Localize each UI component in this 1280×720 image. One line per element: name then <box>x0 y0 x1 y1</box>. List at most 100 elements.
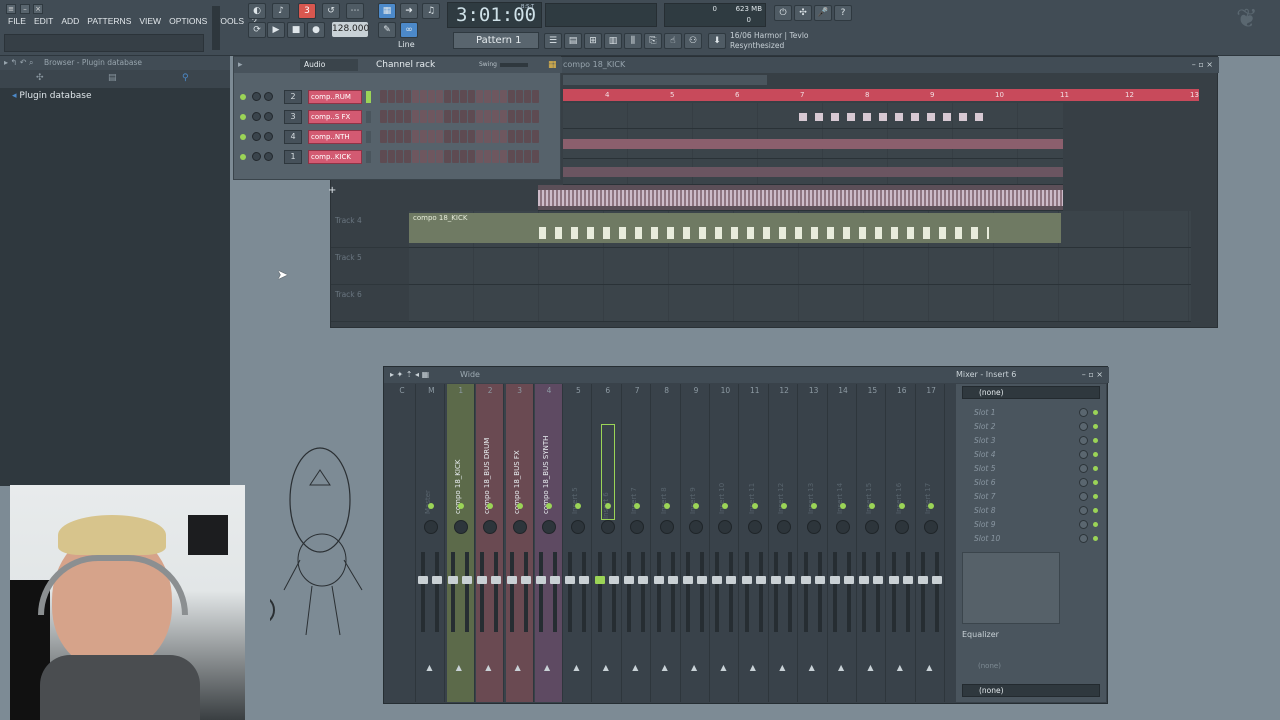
mixer-strip[interactable]: 3 compo 18_BUS FX ▲ <box>505 384 534 702</box>
slot-enable-led[interactable] <box>1093 508 1098 513</box>
strip-pan-knob[interactable] <box>777 520 792 534</box>
wait-icon[interactable]: ➜ <box>400 3 418 19</box>
play-button[interactable]: ▶ <box>267 22 285 38</box>
pattern-song-icon[interactable]: ◐ <box>248 3 266 19</box>
strip-stereo-fader[interactable] <box>638 576 649 584</box>
swing-slider[interactable] <box>500 63 528 67</box>
mixer-strip[interactable]: 17 Insert 17 ▲ <box>917 384 946 702</box>
mixer-strip[interactable]: 15 Insert 15 ▲ <box>858 384 887 702</box>
send-arrow-icon[interactable]: ▲ <box>515 663 521 672</box>
strip-stereo-fader[interactable] <box>550 576 560 584</box>
strip-stereo-fader[interactable] <box>432 576 443 584</box>
slot-mix-knob[interactable] <box>1079 408 1088 417</box>
strip-volume-fader[interactable] <box>683 576 693 584</box>
menu-add[interactable]: ADD <box>57 16 83 26</box>
browser-add-icon[interactable]: ✣ <box>36 73 44 83</box>
strip-pan-knob[interactable] <box>689 520 703 534</box>
rack-menu-icon[interactable]: ▸ <box>238 57 243 73</box>
send-arrow-icon[interactable]: ▲ <box>632 663 638 672</box>
playlist-lane-2[interactable] <box>563 129 1063 159</box>
slot-mix-knob[interactable] <box>1079 450 1088 459</box>
mixer-strip[interactable]: 1 compo 18_KICK ▲ <box>446 384 475 702</box>
slot-enable-led[interactable] <box>1093 522 1098 527</box>
menu-view[interactable]: VIEW <box>135 16 165 26</box>
slot-mix-knob[interactable] <box>1079 506 1088 515</box>
slot-mix-knob[interactable] <box>1079 534 1088 543</box>
slot-mix-knob[interactable] <box>1079 422 1088 431</box>
channel-pan-knob[interactable] <box>252 152 261 161</box>
strip-stereo-fader[interactable] <box>755 576 766 584</box>
menu-file[interactable]: FILE <box>4 16 30 26</box>
channel-button[interactable]: comp..RUM <box>308 90 362 104</box>
mixer-strip[interactable]: 2 compo 18_BUS DRUM ▲ <box>476 384 505 702</box>
stop-button[interactable]: ■ <box>287 22 305 38</box>
slot-enable-led[interactable] <box>1093 424 1098 429</box>
strip-pan-knob[interactable] <box>542 520 556 534</box>
view-browser-icon[interactable]: ⊞ <box>584 33 602 49</box>
channel-volume-knob[interactable] <box>264 112 273 121</box>
view-plugin-picker-icon[interactable]: ⎘ <box>644 33 662 49</box>
slot-enable-led[interactable] <box>1093 438 1098 443</box>
strip-enable-led[interactable] <box>840 503 846 509</box>
slot-enable-led[interactable] <box>1093 494 1098 499</box>
channel-pan-knob[interactable] <box>252 132 261 141</box>
slot-enable-led[interactable] <box>1093 410 1098 415</box>
eq-band-faders[interactable] <box>1064 552 1102 624</box>
mixer-strip[interactable]: 11 Insert 11 ▲ <box>741 384 769 702</box>
channel-mute-led[interactable] <box>240 114 246 120</box>
playlist-lane-1[interactable] <box>563 103 1063 129</box>
strip-enable-led[interactable] <box>546 503 552 509</box>
strip-pan-knob[interactable] <box>924 520 939 534</box>
send-arrow-icon[interactable]: ▲ <box>426 663 432 672</box>
channel-volume-knob[interactable] <box>264 132 273 141</box>
channel-mixer-track[interactable]: 2 <box>284 90 302 104</box>
view-mixer-icon[interactable]: ⫼ <box>624 33 642 49</box>
slot-mix-knob[interactable] <box>1079 492 1088 501</box>
playlist-lane-audio[interactable] <box>538 185 1063 211</box>
rack-filter[interactable]: Audio <box>300 59 358 71</box>
strip-volume-fader[interactable] <box>477 576 488 584</box>
effect-slot[interactable]: Slot 4 <box>964 448 1100 461</box>
step-edit-icon[interactable]: ⋯ <box>346 3 364 19</box>
menu-edit[interactable]: EDIT <box>30 16 57 26</box>
strip-enable-led[interactable] <box>693 503 699 509</box>
strip-volume-fader[interactable] <box>918 576 929 584</box>
strip-enable-led[interactable] <box>751 503 758 509</box>
send-arrow-icon[interactable]: ▲ <box>456 663 462 672</box>
strip-pan-knob[interactable] <box>512 520 527 534</box>
record-mode-icon[interactable]: 3 <box>298 3 316 19</box>
help-icon[interactable]: ? <box>834 5 852 21</box>
track-header-5[interactable]: Track 5 <box>331 248 409 285</box>
strip-pan-knob[interactable] <box>630 520 645 534</box>
close-icon[interactable]: × <box>33 4 43 14</box>
send-arrow-icon[interactable]: ▲ <box>691 663 697 672</box>
playlist-lane-3[interactable] <box>563 159 1063 185</box>
view-channel-rack-icon[interactable]: ▥ <box>604 33 622 49</box>
send-arrow-icon[interactable]: ▲ <box>809 663 815 672</box>
strip-stereo-fader[interactable] <box>608 576 619 584</box>
channel-mute-led[interactable] <box>240 94 246 100</box>
strip-enable-led[interactable] <box>663 503 670 509</box>
tuning-icon[interactable]: ✣ <box>794 5 812 21</box>
browser-files-icon[interactable]: ▤ <box>108 73 117 83</box>
strip-pan-knob[interactable] <box>806 520 821 534</box>
browser-nav-icons[interactable]: ▸ ↰ ↶ ⌕ <box>4 58 34 68</box>
view-touch-icon[interactable]: ☝ <box>664 33 682 49</box>
mixer-strip[interactable]: 5 Insert 5 ▲ <box>564 384 593 702</box>
minimize-icon[interactable]: – <box>20 4 30 14</box>
slot-mix-knob[interactable] <box>1079 520 1088 529</box>
strip-enable-led[interactable] <box>457 503 464 509</box>
effect-slot[interactable]: Slot 5 <box>964 462 1100 475</box>
effect-slot[interactable]: Slot 7 <box>964 490 1100 503</box>
strip-stereo-fader[interactable] <box>520 576 531 584</box>
channel-button[interactable]: comp..S FX <box>308 110 362 124</box>
strip-volume-fader[interactable] <box>830 576 840 584</box>
strip-stereo-fader[interactable] <box>844 576 854 584</box>
track-header-6[interactable]: Track 6 <box>331 285 409 322</box>
send-arrow-icon[interactable]: ▲ <box>603 663 609 672</box>
link-icon[interactable]: ∞ <box>400 22 418 38</box>
channel-mute-led[interactable] <box>240 134 246 140</box>
channel-select-led[interactable] <box>366 91 371 103</box>
send-arrow-icon[interactable]: ▲ <box>720 663 726 672</box>
playlist-scrollbar[interactable] <box>563 75 767 85</box>
